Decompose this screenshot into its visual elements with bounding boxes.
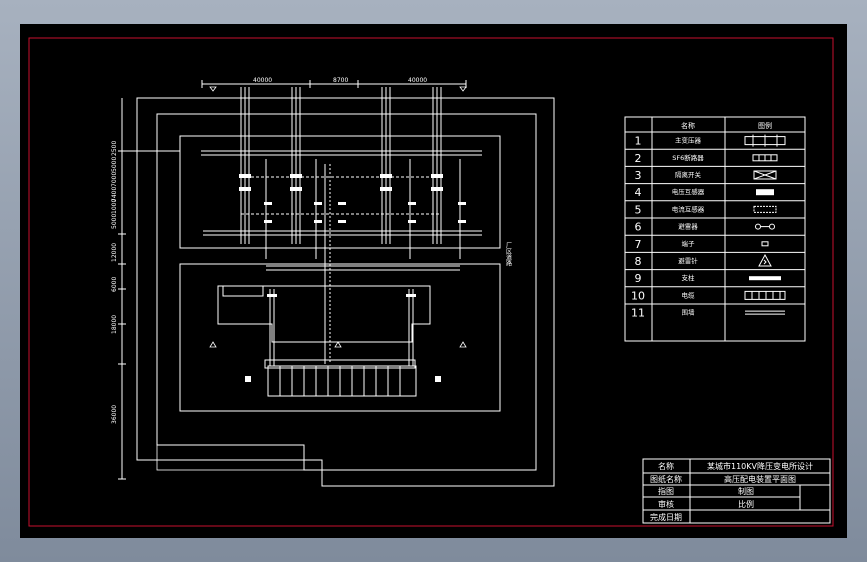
dimension-labels: 40000 8700 40000 2500 5000 7000 7400 100… [111, 77, 512, 424]
dim-top-2: 8700 [333, 77, 348, 84]
title-drawn-value: 制图 [738, 486, 754, 496]
legend-row-name: 电缆 [682, 290, 696, 299]
dim-left-10: 36000 [111, 405, 118, 424]
dim-left-5: 1000 [111, 199, 118, 214]
legend-row-name: SF6断路器 [672, 153, 704, 162]
legend-row-symbol [755, 223, 775, 230]
substation-plan [118, 80, 555, 487]
legend-row-symbol [752, 154, 778, 162]
dim-top-1: 40000 [253, 77, 272, 84]
dim-left-3: 7000 [111, 172, 118, 187]
legend-row-symbol [756, 189, 774, 196]
title-project-name: 某城市110KV降压变电所设计 [707, 461, 813, 471]
legend-row-name: 支柱 [682, 273, 696, 282]
legend-row-number: 2 [635, 152, 642, 165]
switchgear-cabinets [267, 365, 417, 397]
legend-row-symbol [758, 253, 772, 267]
title-block-text: 名称 某城市110KV降压变电所设计 图纸名称 高压配电装置平面图 指图 制图 … [650, 461, 813, 522]
dim-left-9: 18000 [111, 315, 118, 334]
dim-left-8: 6000 [111, 277, 118, 292]
legend-row-name: 避雷针 [678, 256, 698, 265]
enclosure-wall [136, 97, 555, 487]
legend-row-number: 6 [635, 221, 642, 234]
legend-row-name: 电流互感器 [672, 204, 705, 213]
title-drawn-label: 指图 [658, 486, 674, 496]
legend-row-number: 9 [635, 272, 642, 285]
dim-left-1: 2500 [111, 141, 118, 156]
legend-row-number: 7 [635, 238, 642, 251]
legend-row-name: 电压互感器 [672, 187, 705, 196]
legend-row-symbol [744, 134, 786, 147]
dim-top-3: 40000 [408, 77, 427, 84]
cad-drawing-sheet[interactable]: 40000 8700 40000 2500 5000 7000 7400 100… [20, 24, 847, 538]
title-drawing-label: 图纸名称 [650, 474, 682, 484]
side-road-label: 厂区道路 [505, 242, 512, 267]
legend-header-symbol: 图例 [758, 121, 772, 130]
dim-left-7: 12000 [111, 243, 118, 262]
legend-row-symbol [744, 290, 786, 300]
cad-canvas[interactable]: 40000 8700 40000 2500 5000 7000 7400 100… [20, 24, 847, 538]
legend-row-number: 5 [635, 203, 642, 216]
legend-row-number: 4 [635, 186, 642, 199]
title-date-label: 完成日期 [650, 512, 682, 522]
legend-row-symbol [761, 241, 769, 247]
legend-row-name: 主变压器 [675, 136, 702, 145]
legend-row-number: 1 [635, 135, 642, 148]
legend-row-symbol [753, 205, 777, 213]
legend-row-number: 10 [631, 289, 645, 302]
legend-row-name: 隔离开关 [675, 170, 702, 179]
legend-row-symbol [745, 310, 785, 315]
legend-row-number: 3 [635, 169, 642, 182]
legend-row-number: 11 [631, 307, 645, 320]
legend-table: 名称 图例 1 主变压器 2 SF6断路器 3 隔离开关 4 电压互感器 5 电流互感器 6 避雷器 7… [624, 116, 806, 342]
legend-row-symbol [749, 276, 781, 281]
legend-row-name: 围墙 [682, 308, 696, 317]
dim-left-6: 5000 [111, 214, 118, 229]
legend-row-name: 端子 [682, 239, 696, 248]
title-name-label: 名称 [658, 461, 674, 471]
title-drawing-name: 高压配电装置平面图 [724, 474, 796, 484]
drawing-border [28, 37, 834, 527]
legend-row-symbol [753, 170, 777, 180]
title-scale-label: 比例 [738, 499, 754, 509]
dim-left-2: 5000 [111, 157, 118, 172]
legend-row-number: 8 [635, 255, 642, 268]
legend-row-name: 避雷器 [678, 222, 698, 231]
title-check-label: 审核 [658, 499, 674, 509]
legend-header-name: 名称 [681, 121, 695, 130]
